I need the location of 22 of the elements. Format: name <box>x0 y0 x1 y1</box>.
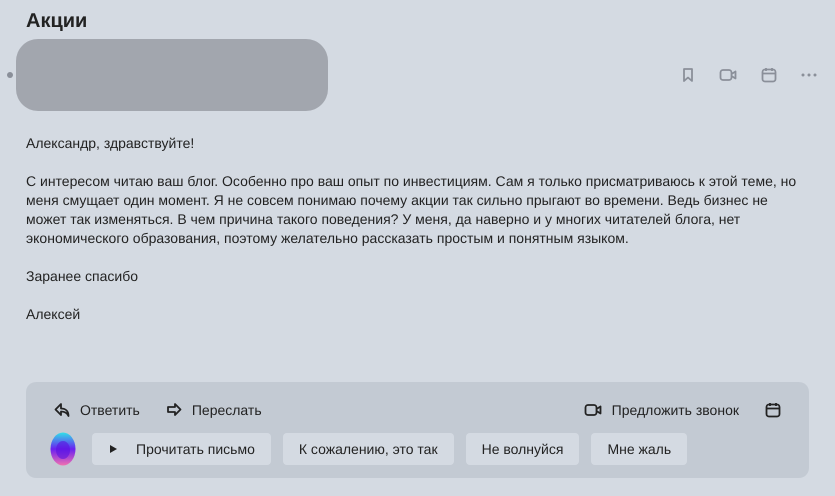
message-paragraph: Александр, здравствуйте! <box>26 134 196 153</box>
unread-dot-icon <box>7 72 13 78</box>
bookmark-icon[interactable] <box>681 67 695 83</box>
message-paragraph: С интересом читаю ваш блог. Особенно про ваш опыт по инвестициям. Сам я только присматриваюсь к этой теме, но меня смущает один момент. Я не совсем понимаю почему акции так сильно прыгают во времени. Ведь бизнес не может так изменяться. В чем причина такого поведения? У меня, да наверно и у многих читателей блога, нет экономического образования, поэтому желательно рассказать простым и понятным языком. <box>26 172 798 248</box>
reply-arrow-icon <box>54 402 70 418</box>
quick-reply-button[interactable]: Мне жаль <box>591 433 688 465</box>
forward-button[interactable]: Переслать <box>166 402 262 418</box>
read-aloud-button[interactable]: Прочитать письмо <box>92 433 271 465</box>
quick-reply-button[interactable]: Не волнуйся <box>466 433 580 465</box>
quick-reply-button[interactable]: К сожалению, это так <box>282 433 454 465</box>
email-subject: Акции <box>26 9 88 34</box>
message-paragraph: Заранее спасибо <box>26 267 139 286</box>
message-paragraph: Алексей <box>26 305 82 324</box>
suggest-call-button[interactable]: Предложить звонок <box>584 402 739 418</box>
video-camera-icon[interactable] <box>719 67 737 83</box>
forward-arrow-icon <box>166 402 182 418</box>
assistant-orb-icon[interactable] <box>50 432 76 466</box>
reply-button[interactable]: Ответить <box>54 402 140 418</box>
more-icon[interactable] <box>801 73 817 77</box>
video-camera-icon <box>584 402 602 418</box>
play-icon <box>108 444 118 454</box>
calendar-icon[interactable] <box>765 402 781 418</box>
